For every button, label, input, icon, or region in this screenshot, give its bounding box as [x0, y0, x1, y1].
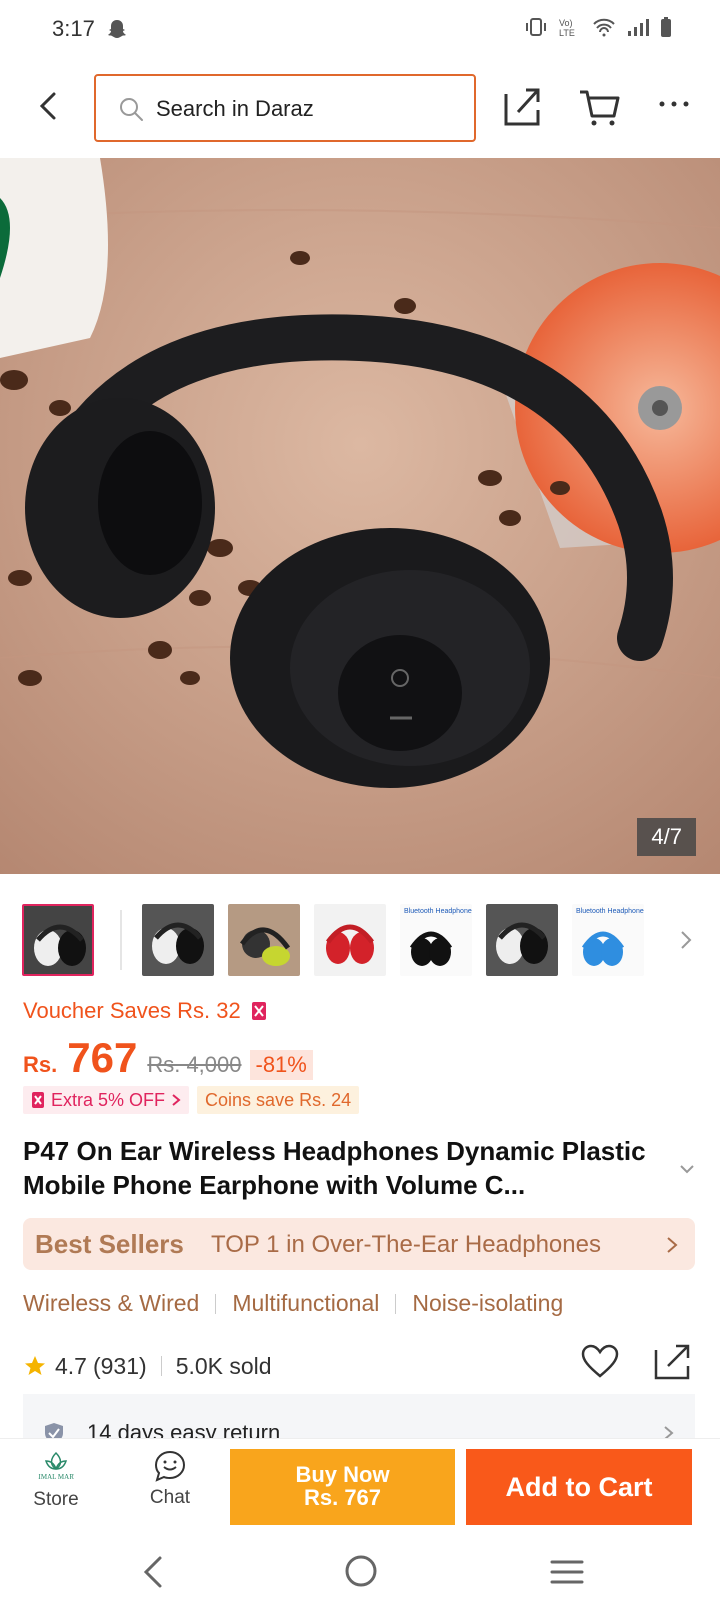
price-currency: Rs. [23, 1052, 58, 1077]
volte-icon: Vo)LTE [559, 18, 575, 38]
bestseller-label: Best Sellers [35, 1229, 184, 1259]
return-policy-text: 14 days easy return [87, 1420, 281, 1438]
thumbnail-3[interactable] [228, 904, 300, 976]
sold-count: 5.0K sold [175, 1352, 272, 1379]
feature-tags: Wireless & Wired Multifunctional Noise-i… [23, 1290, 563, 1317]
store-logo-icon: ZIMAL MART [38, 1451, 74, 1481]
current-price: 767 [67, 1034, 138, 1081]
chevron-right-icon[interactable] [676, 924, 696, 956]
snapchat-icon [108, 20, 126, 38]
original-price: Rs. 4,000 [147, 1052, 242, 1077]
price-row: Rs. 767 Rs. 4,000 -81% [23, 1034, 313, 1082]
svg-text:LTE: LTE [559, 28, 575, 38]
product-image-carousel[interactable]: 4/7 [0, 158, 720, 874]
system-nav-bar [0, 1534, 720, 1612]
battery-icon [661, 17, 671, 37]
chevron-right-icon [664, 1426, 674, 1438]
thumbnail-6[interactable] [486, 904, 558, 976]
search-icon [120, 98, 143, 121]
bottom-action-bar: ZIMAL MART Store Chat Buy Now Rs. 767 Ad… [0, 1438, 720, 1534]
nav-recents-icon[interactable] [550, 1558, 584, 1586]
thumbnail-1[interactable] [22, 904, 94, 976]
chat-label: Chat [149, 1487, 191, 1508]
header: Search in Daraz [0, 62, 720, 158]
thumbnail-2[interactable] [142, 904, 214, 976]
voucher-icon [32, 1092, 44, 1108]
share-icon[interactable] [652, 1340, 692, 1382]
status-bar: 3:17 Vo) LTE [0, 0, 720, 62]
svg-text:Vo): Vo) [559, 18, 573, 28]
back-arrow-icon[interactable] [30, 86, 70, 126]
status-time: 3:17 [52, 16, 95, 41]
discount-badge: -81% [249, 1050, 313, 1080]
bestseller-banner[interactable]: Best Sellers TOP 1 in Over-The-Ear Headp… [23, 1218, 695, 1270]
promo-row: Extra 5% OFF Coins save Rs. 24 [23, 1086, 360, 1114]
thumbnail-7[interactable]: Bluetooth Headphone [572, 904, 644, 976]
signal-icon [628, 19, 649, 36]
return-policy-row[interactable]: 14 days easy return [23, 1394, 695, 1438]
thumbnail-4[interactable] [314, 904, 386, 976]
buy-now-label: Buy Now [295, 1462, 390, 1487]
chevron-right-icon [667, 1237, 678, 1253]
cart-icon[interactable] [578, 84, 620, 128]
extra-off-tag[interactable]: Extra 5% OFF [23, 1086, 190, 1114]
voucher-text: Voucher Saves Rs. 32 [23, 998, 241, 1023]
review-count: (931) [92, 1352, 147, 1379]
chevron-right-icon [172, 1094, 181, 1106]
heart-icon[interactable] [580, 1342, 620, 1382]
share-icon[interactable] [502, 84, 542, 128]
buy-now-price: Rs. 767 [303, 1485, 382, 1510]
status-icons: Vo) LTE [524, 16, 672, 38]
thumbnail-5-text: Bluetooth Headphone [404, 908, 472, 915]
image-page-counter: 4/7 [637, 818, 696, 856]
thumbnail-strip: Bluetooth Headphone Bluetooth Headphone [0, 904, 720, 976]
thumbnail-5[interactable]: Bluetooth Headphone [400, 904, 472, 976]
coins-tag[interactable]: Coins save Rs. 24 [197, 1086, 360, 1114]
shield-check-icon [45, 1423, 63, 1438]
divider [215, 1293, 217, 1314]
buy-now-button[interactable]: Buy Now Rs. 767 [230, 1449, 455, 1525]
search-placeholder: Search in Daraz [156, 96, 314, 121]
product-title: P47 On Ear Wireless Headphones Dynamic P… [23, 1136, 646, 1200]
feature-tag: Noise-isolating [412, 1290, 564, 1316]
bestseller-rank: TOP 1 in Over-The-Ear Headphones [211, 1231, 601, 1258]
divider [395, 1293, 397, 1314]
search-input[interactable]: Search in Daraz [94, 74, 476, 142]
nav-home-icon[interactable] [344, 1554, 378, 1588]
vibrate-icon [526, 18, 546, 36]
voucher-banner[interactable]: Voucher Saves Rs. 32 [23, 998, 267, 1024]
extra-off-text: Extra 5% OFF [51, 1089, 166, 1110]
wifi-icon [593, 18, 615, 37]
thumbnail-7-text: Bluetooth Headphone [576, 908, 644, 915]
star-icon [25, 1356, 45, 1375]
product-image [0, 158, 720, 874]
thumbnail-divider [120, 910, 122, 970]
coins-text: Coins save Rs. 24 [205, 1089, 352, 1110]
voucher-icon [251, 1002, 266, 1020]
chevron-down-icon[interactable] [678, 1160, 696, 1178]
feature-tag: Multifunctional [232, 1290, 380, 1316]
add-to-cart-button[interactable]: Add to Cart [466, 1449, 692, 1525]
chat-button[interactable]: Chat [134, 1449, 206, 1525]
store-logo-text: ZIMAL MART [38, 1473, 74, 1481]
store-label: Store [33, 1489, 79, 1510]
nav-back-icon[interactable] [140, 1554, 168, 1590]
store-button[interactable]: ZIMAL MART Store [20, 1449, 92, 1525]
rating-value: 4.7 [55, 1352, 87, 1379]
chat-icon [154, 1450, 186, 1482]
more-options-icon[interactable] [656, 92, 692, 116]
divider [160, 1356, 162, 1376]
feature-tag: Wireless & Wired [23, 1290, 200, 1316]
